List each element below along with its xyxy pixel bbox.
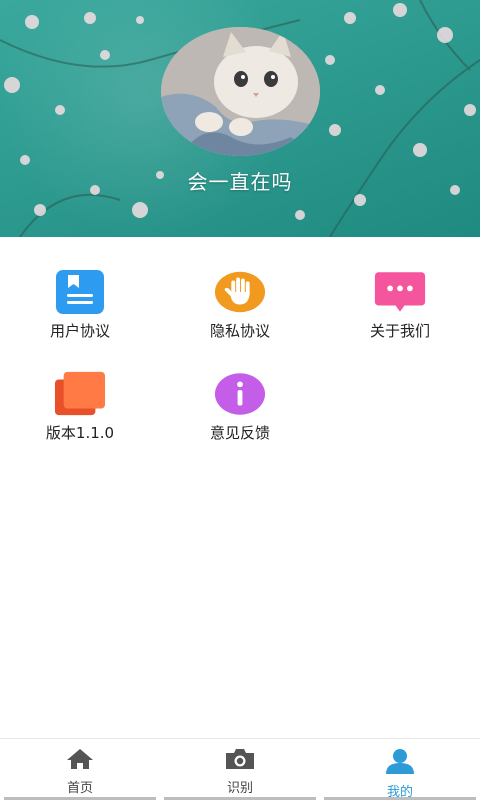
hand-stop-icon [214,268,266,316]
home-icon [66,748,94,774]
menu-label: 隐私协议 [209,322,270,340]
chat-bubble-icon [374,268,426,316]
menu-item-about-us[interactable]: 关于我们 [320,268,480,358]
nickname-label: 会一直在吗 [187,170,293,194]
document-icon [54,268,106,316]
layers-icon [54,370,106,418]
menu-label: 意见反馈 [209,424,270,442]
menu-item-version[interactable]: 版本1.1.0 [0,370,160,460]
profile-page: 会一直在吗 用户协议 隐私协议 关于我们 版本1.1.0 意见反馈 首页 识别 … [0,0,480,800]
profile-header: 会一直在吗 [0,0,480,237]
avatar[interactable] [161,27,320,156]
tab-label: 首页 [66,781,93,796]
tab-home[interactable]: 首页 [0,739,160,800]
menu-label: 版本1.1.0 [45,424,115,442]
info-icon [214,370,266,418]
tab-mine[interactable]: 我的 [320,739,480,800]
tab-label: 识别 [226,781,253,796]
menu-item-feedback[interactable]: 意见反馈 [160,370,320,460]
menu-label: 用户协议 [49,322,110,340]
menu-item-privacy-agreement[interactable]: 隐私协议 [160,268,320,358]
user-icon [384,748,416,778]
cat-avatar-icon [161,27,320,156]
camera-icon [224,748,256,774]
menu-item-user-agreement[interactable]: 用户协议 [0,268,160,358]
menu-label: 关于我们 [369,322,430,340]
tab-recognize[interactable]: 识别 [160,739,320,800]
bottom-tab-bar: 首页 识别 我的 [0,738,480,800]
